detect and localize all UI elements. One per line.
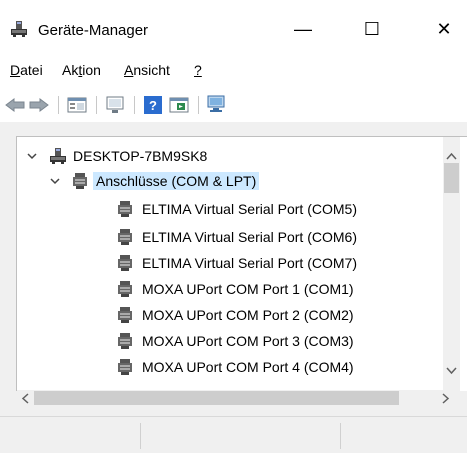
toolbar-separator <box>134 96 135 114</box>
toolbar-separator <box>96 96 97 114</box>
scan-hardware-icon[interactable] <box>206 94 228 116</box>
computer-icon <box>50 148 66 164</box>
vertical-scroll-thumb[interactable] <box>444 163 459 193</box>
device-label: MOXA UPort COM Port 4 (COM4) <box>142 359 354 375</box>
scroll-up-icon[interactable] <box>446 152 457 160</box>
device-label: MOXA UPort COM Port 1 (COM1) <box>142 281 354 297</box>
toolbar-band <box>0 122 467 136</box>
device-manager-icon <box>11 21 27 37</box>
scroll-left-icon[interactable] <box>21 393 29 404</box>
properties-icon[interactable] <box>66 94 88 116</box>
device-label: MOXA UPort COM Port 3 (COM3) <box>142 333 354 349</box>
status-separator <box>140 423 141 449</box>
horizontal-scroll-thumb[interactable] <box>34 391 399 405</box>
chevron-down-icon[interactable] <box>26 150 38 162</box>
chevron-down-icon[interactable] <box>49 175 61 187</box>
device-list-item[interactable]: ELTIMA Virtual Serial Port (COM5) <box>117 198 357 220</box>
device-list-item[interactable]: MOXA UPort COM Port 3 (COM3) <box>117 330 354 352</box>
svg-text:?: ? <box>149 98 157 113</box>
forward-icon[interactable] <box>28 94 50 116</box>
device-list-item[interactable]: MOXA UPort COM Port 2 (COM2) <box>117 304 354 326</box>
toolbar-separator <box>58 96 59 114</box>
menu-help[interactable]: ? <box>194 62 202 78</box>
status-separator <box>340 423 341 449</box>
window-title: Geräte-Manager <box>38 22 149 39</box>
help-icon[interactable]: ? <box>142 94 164 116</box>
scroll-right-icon[interactable] <box>442 393 450 404</box>
maximize-button[interactable]: ☐ <box>349 12 395 46</box>
status-bar <box>0 416 467 453</box>
menu-action[interactable]: Aktion <box>62 62 101 78</box>
tree-root-item[interactable]: DESKTOP-7BM9SK8 <box>49 145 207 167</box>
close-button[interactable]: ✕ <box>421 12 467 46</box>
port-icon <box>73 173 87 189</box>
vertical-scrollbar[interactable] <box>443 137 460 390</box>
menu-file[interactable]: Datei <box>10 62 43 78</box>
device-label: ELTIMA Virtual Serial Port (COM7) <box>142 255 357 271</box>
menu-view[interactable]: Ansicht <box>124 62 170 78</box>
port-icon <box>118 229 132 245</box>
device-label: ELTIMA Virtual Serial Port (COM5) <box>142 201 357 217</box>
port-icon <box>118 255 132 271</box>
device-list-item[interactable]: ELTIMA Virtual Serial Port (COM7) <box>117 252 357 274</box>
scroll-down-icon[interactable] <box>446 367 457 375</box>
driver-icon[interactable] <box>168 94 190 116</box>
title-bar[interactable]: Geräte-Manager — ☐ ✕ <box>0 0 467 52</box>
toolbar-separator <box>198 96 199 114</box>
device-label: ELTIMA Virtual Serial Port (COM6) <box>142 229 357 245</box>
tree-root-label: DESKTOP-7BM9SK8 <box>73 148 208 164</box>
device-list-item[interactable]: MOXA UPort COM Port 1 (COM1) <box>117 278 354 300</box>
horizontal-scrollbar[interactable] <box>17 390 460 406</box>
port-icon <box>118 359 132 375</box>
device-tree[interactable]: DESKTOP-7BM9SK8 Anschlüsse (COM & LPT) E… <box>16 136 467 391</box>
device-list-item[interactable]: MOXA UPort COM Port 4 (COM4) <box>117 356 354 378</box>
tree-category-item[interactable]: Anschlüsse (COM & LPT) <box>72 170 260 192</box>
toolbar: ? <box>0 88 467 122</box>
device-manager-window: Geräte-Manager — ☐ ✕ Datei Aktion Ansich… <box>0 0 467 453</box>
back-icon[interactable] <box>4 94 26 116</box>
menu-bar: Datei Aktion Ansicht ? <box>0 52 467 88</box>
tree-category-label: Anschlüsse (COM & LPT) <box>93 172 260 190</box>
port-icon <box>118 201 132 217</box>
device-list-item[interactable]: ELTIMA Virtual Serial Port (COM6) <box>117 226 357 248</box>
port-icon <box>118 281 132 297</box>
port-icon <box>118 333 132 349</box>
minimize-button[interactable]: — <box>280 12 326 46</box>
port-icon <box>118 307 132 323</box>
device-label: MOXA UPort COM Port 2 (COM2) <box>142 307 354 323</box>
monitor-icon[interactable] <box>104 94 126 116</box>
